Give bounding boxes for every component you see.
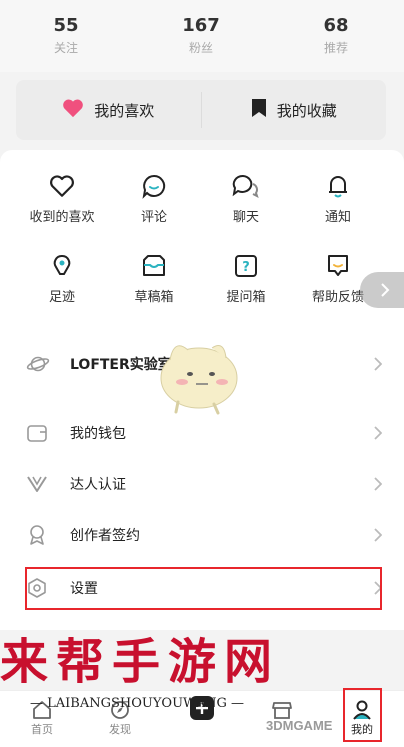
- grid-label: 通知: [324, 210, 351, 225]
- watermark-brand: 3DMGAME: [266, 718, 333, 733]
- heart-outline-icon: [48, 172, 76, 200]
- bell-icon: [324, 172, 352, 200]
- draft-box-icon: [140, 252, 168, 280]
- grid-label: 草稿箱: [134, 290, 174, 305]
- likes-collections-card: 我的喜欢 我的收藏: [16, 80, 386, 140]
- chat-icon: [232, 172, 260, 200]
- grid-label: 收到的喜欢: [29, 210, 95, 225]
- grid-received-likes[interactable]: 收到的喜欢: [14, 172, 110, 225]
- mascot-illustration: [160, 345, 238, 415]
- settings-highlight-box: [25, 567, 382, 610]
- stat-label: 粉丝: [188, 41, 213, 55]
- stat-number: 68: [323, 15, 349, 36]
- chevron-right-icon: [368, 426, 382, 440]
- menu-label: 达人认证: [70, 477, 126, 493]
- grid-comments[interactable]: 评论: [106, 172, 202, 225]
- footprint-icon: [48, 252, 76, 280]
- chevron-right-icon: [368, 528, 382, 542]
- grid-label: 足迹: [48, 290, 75, 305]
- wallet-icon: [26, 423, 54, 443]
- grid-footprints[interactable]: 足迹: [14, 252, 110, 305]
- grid-notifications[interactable]: 通知: [290, 172, 386, 225]
- menu-creator-contract[interactable]: 创作者签约: [26, 509, 382, 561]
- chevron-right-icon: [381, 283, 390, 297]
- stat-label: 推荐: [323, 41, 348, 55]
- stat-followers[interactable]: 167 粉丝: [161, 14, 241, 58]
- grid-question-box[interactable]: ? 提问箱: [198, 252, 294, 305]
- chevron-right-icon: [368, 477, 382, 491]
- stats-bar: 55 关注 167 粉丝 68 推荐: [0, 0, 404, 72]
- tab-label: 发现: [109, 723, 131, 736]
- v-badge-icon: [26, 475, 54, 493]
- profile-tab-highlight-box: [343, 688, 382, 742]
- menu-expert-verification[interactable]: 达人认证: [26, 458, 382, 510]
- shop-icon: [252, 691, 312, 721]
- stat-number: 167: [182, 15, 220, 36]
- stat-following[interactable]: 55 关注: [26, 14, 106, 58]
- comment-icon: [140, 172, 168, 200]
- grid-label: 提问箱: [226, 290, 266, 305]
- stat-number: 55: [53, 15, 79, 36]
- help-feedback-icon: [324, 252, 352, 280]
- bookmark-icon: [251, 98, 267, 122]
- chevron-right-icon: [368, 357, 382, 371]
- grid-label: 评论: [140, 210, 167, 225]
- svg-text:?: ?: [242, 260, 250, 275]
- grid-drafts[interactable]: 草稿箱: [106, 252, 202, 305]
- watermark-title: 来帮手游网: [0, 634, 281, 690]
- my-likes-button[interactable]: 我的喜欢: [16, 80, 201, 140]
- my-collections-button[interactable]: 我的收藏: [200, 92, 387, 128]
- grid-label: 聊天: [232, 210, 259, 225]
- menu-label: 创作者签约: [70, 528, 140, 544]
- stat-recommend[interactable]: 68 推荐: [296, 14, 376, 58]
- floating-scroll-handle[interactable]: [360, 272, 404, 308]
- tab-label: 首页: [31, 723, 53, 736]
- stat-label: 关注: [53, 41, 78, 55]
- watermark-subtitle: — LAIBANGSHOUYOUWANG —: [30, 696, 245, 711]
- grid-chat[interactable]: 聊天: [198, 172, 294, 225]
- menu-label: 我的钱包: [70, 426, 126, 442]
- question-box-icon: ?: [232, 252, 260, 280]
- planet-icon: [26, 354, 54, 374]
- award-icon: [26, 524, 54, 546]
- heart-icon: [62, 98, 84, 122]
- my-likes-label: 我的喜欢: [94, 101, 155, 120]
- my-collections-label: 我的收藏: [276, 101, 337, 120]
